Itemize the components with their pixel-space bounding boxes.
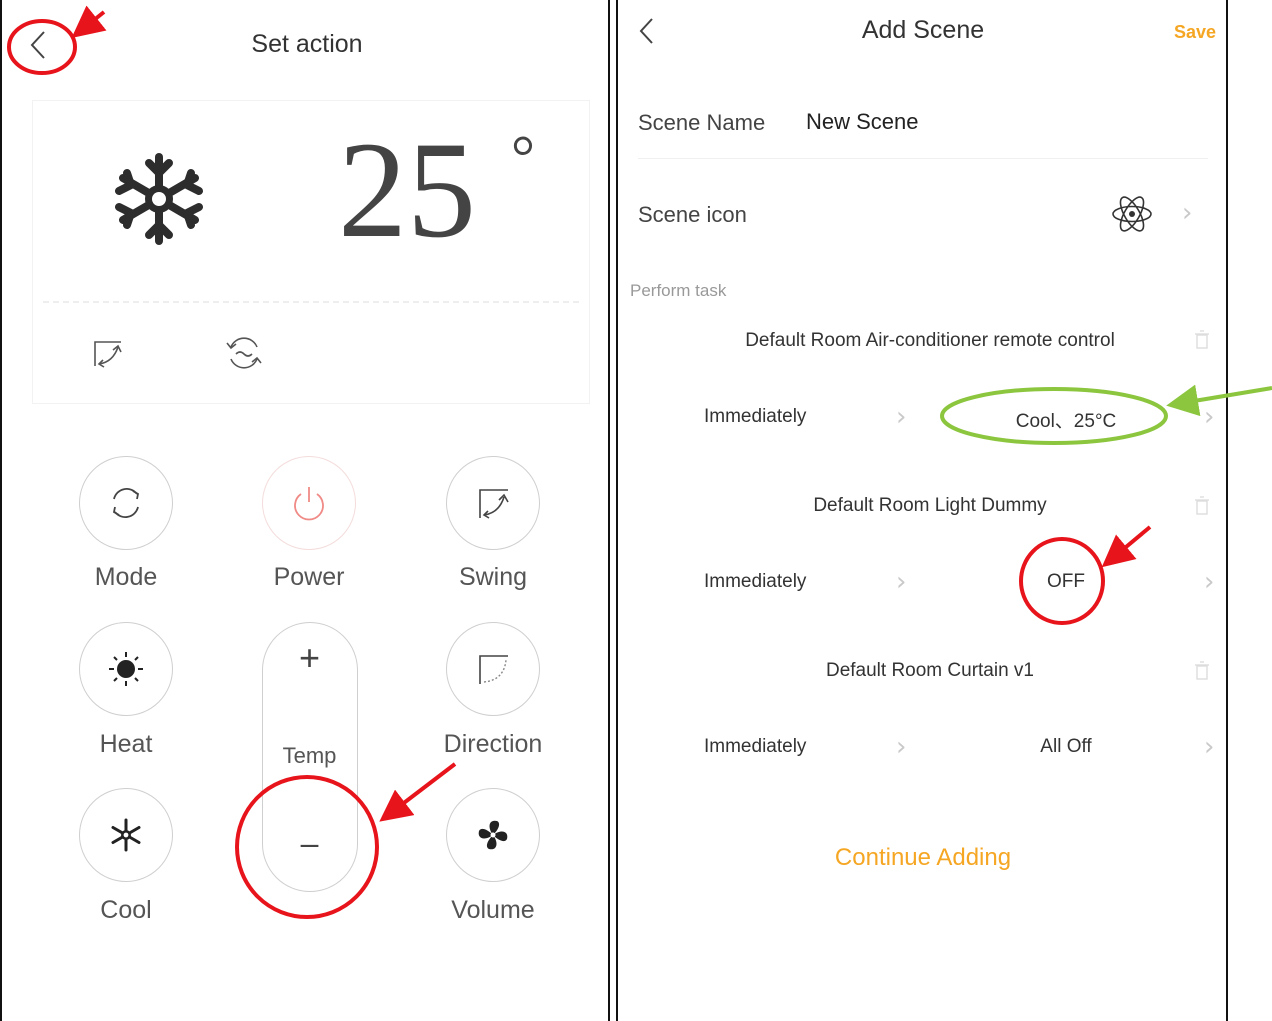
direction-icon [479,655,508,684]
auto-mode-icon [226,337,262,369]
swing-icon [479,489,509,519]
scene-icon-label: Scene icon [638,202,747,227]
power-button[interactable] [262,456,356,550]
task-action[interactable]: All Off [998,736,1134,758]
task-device-name: Default Room Air-conditioner remote cont… [745,330,1115,351]
temp-label: Temp [282,743,337,768]
heat-label: Heat [99,730,153,758]
power-label: Power [273,563,345,591]
cool-label: Cool [100,896,152,924]
scene-name-input[interactable]: New Scene [806,109,919,135]
display-divider [43,301,579,303]
set-action-screen: Set action 25 ° Mode Power Swing Heat + … [0,0,610,1021]
page-title: Add Scene [861,16,985,44]
task-timing[interactable]: Immediately [704,571,806,593]
temp-control: + Temp – [262,622,358,892]
degree-symbol: ° [511,124,535,190]
task-timing[interactable]: Immediately [704,736,806,758]
snowflake-icon [115,153,203,245]
chevron-right-icon: › [896,567,907,597]
task-action[interactable]: Cool、25°C [998,406,1134,433]
swing-label: Swing [458,563,528,591]
mode-icon [112,488,140,518]
sun-icon [109,652,143,686]
chevron-right-icon: › [896,402,907,432]
trash-icon[interactable] [1194,330,1210,350]
add-scene-screen: Add Scene Save Scene Name New Scene Scen… [616,0,1228,1021]
save-button[interactable]: Save [1174,22,1216,43]
volume-label: Volume [451,896,535,924]
heat-button[interactable] [79,622,173,716]
trash-icon[interactable] [1194,496,1210,516]
cool-button[interactable] [79,788,173,882]
scene-name-divider [638,158,1208,159]
power-icon [294,487,324,521]
scene-icon-row[interactable]: Scene icon › [618,180,1226,246]
swing-icon [94,341,122,368]
scene-name-label: Scene Name [638,110,766,135]
direction-button[interactable] [446,622,540,716]
page-title: Set action [251,30,363,58]
temperature-display: 25 [338,113,476,266]
task-timing[interactable]: Immediately [704,406,806,428]
atom-icon [1112,196,1152,232]
mode-button[interactable] [79,456,173,550]
task-device-name: Default Room Curtain v1 [825,660,1035,681]
chevron-right-icon: › [896,732,907,762]
trash-icon[interactable] [1194,661,1210,681]
task-action[interactable]: OFF [998,571,1134,593]
fan-icon [478,820,508,850]
temp-down-button[interactable]: – [263,825,356,862]
snowflake-icon [111,818,141,852]
task-device-name: Default Room Light Dummy [813,495,1047,516]
volume-button[interactable] [446,788,540,882]
chevron-right-icon: › [1204,732,1215,762]
direction-label: Direction [443,730,543,758]
swing-button[interactable] [446,456,540,550]
section-label: Perform task [630,281,727,300]
continue-adding-button[interactable]: Continue Adding [618,844,1226,872]
ac-display-card: 25 ° [32,100,590,404]
temp-up-button[interactable]: + [263,637,356,679]
chevron-right-icon: › [1204,567,1215,597]
mode-label: Mode [94,563,158,591]
chevron-right-icon: › [1204,402,1215,432]
chevron-right-icon: › [1182,198,1193,228]
